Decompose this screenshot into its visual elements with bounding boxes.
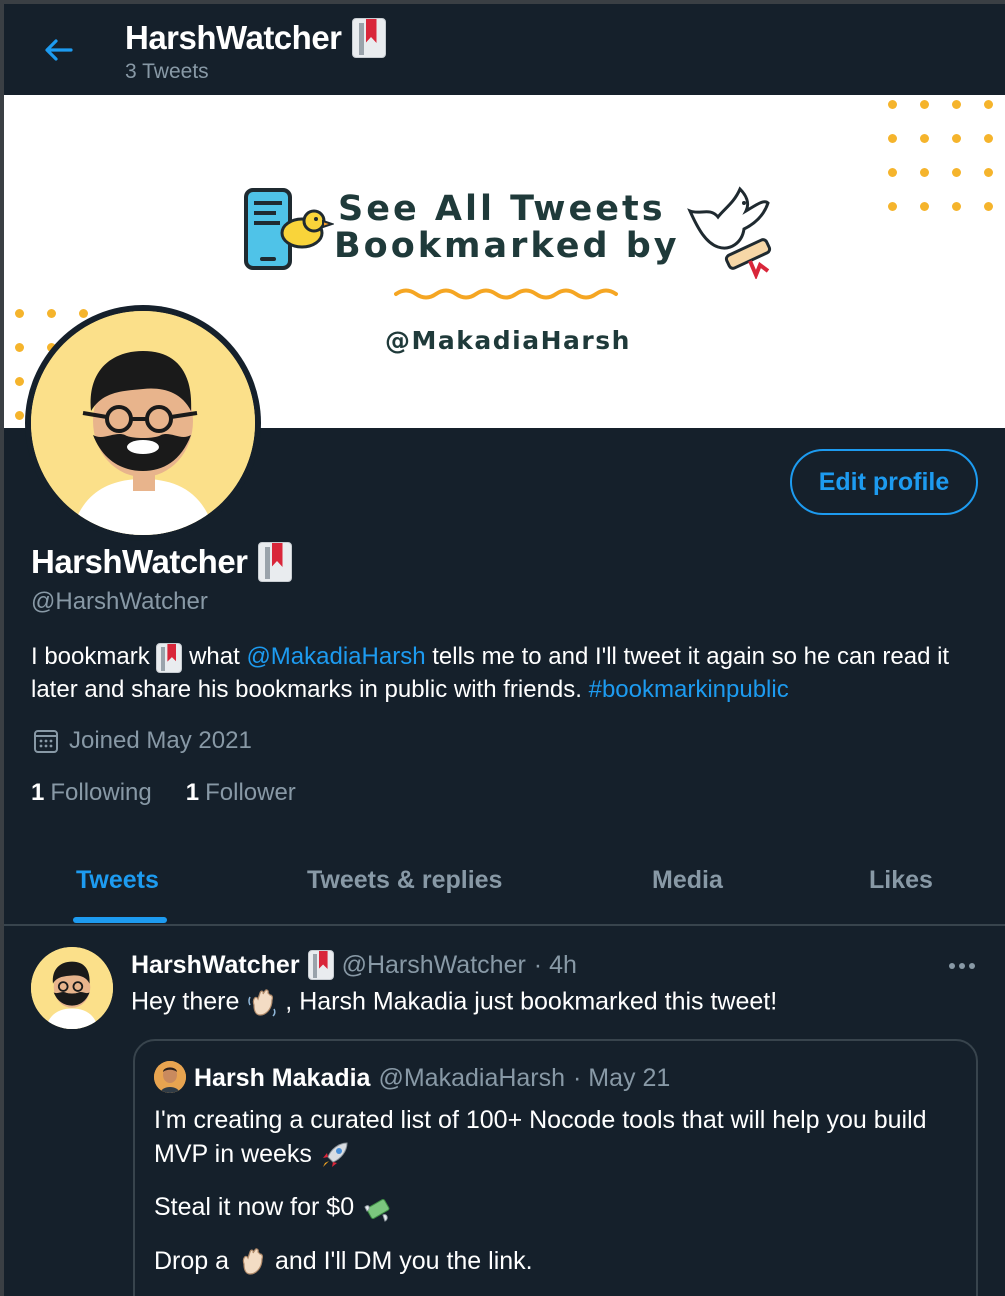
tab-tweets[interactable]: Tweets [76,866,159,895]
bio-text-1: I bookmark [31,643,150,670]
active-tab-indicator [73,917,167,923]
edit-profile-button[interactable]: Edit profile [790,449,978,515]
tab-likes[interactable]: Likes [869,866,933,895]
more-options-icon[interactable] [946,952,978,980]
tweet-author-handle[interactable]: @HarshWatcher [342,951,526,980]
quote-avatar[interactable] [154,1061,186,1093]
tweet-header: HarshWatcher @HarshWatcher · 4h [131,950,577,980]
tweet-text-start: Hey there [131,987,240,1016]
quote-time: · May 21 [573,1064,671,1092]
followers-count: 1 [185,779,200,806]
quoted-tweet[interactable]: Harsh Makadia @MakadiaHarsh · May 21 I'm… [133,1039,978,1296]
waving-hand-icon [242,1248,263,1275]
quote-paragraph-3: Drop a and I'll DM you the link. [154,1244,954,1278]
profile-name: HarshWatcher [31,542,292,582]
header-name: HarshWatcher [125,19,342,56]
calendar-icon [34,730,58,753]
banner-handle: @MakadiaHarsh [385,326,631,355]
quote-text-1: I'm creating a curated list of 100+ Noco… [154,1106,927,1168]
bookmark-icon [351,18,386,58]
bookmark-icon [257,542,292,582]
quote-text-3b: and I'll DM you the link. [274,1246,533,1275]
tweet-text: Hey there , Harsh Makadia just bookmarke… [131,987,777,1019]
waving-hand-icon [248,989,276,1017]
joined-date: Joined May 2021 [33,727,252,755]
bookmark-icon [156,642,183,673]
profile-handle: @HarshWatcher [31,588,208,615]
followers-label: Follower [205,779,296,806]
tab-media[interactable]: Media [652,866,723,895]
tab-tweets-replies[interactable]: Tweets & replies [307,866,502,895]
quote-author-handle: @MakadiaHarsh [378,1064,566,1092]
quote-text-2: Steal it now for $0 [154,1193,355,1222]
quote-body: I'm creating a curated list of 100+ Noco… [154,1103,954,1296]
banner-wave-decoration [394,288,618,300]
profile-header: HarshWatcher 3 Tweets [4,4,1005,95]
tweet-text-end: , Harsh Makadia just bookmarked this twe… [285,987,778,1016]
arrow-left-icon [45,39,73,61]
phone-bird-illustration [244,188,334,270]
follow-stats: 1 Following 1 Follower [31,779,296,807]
tweet-avatar[interactable] [31,947,113,1029]
tweet-count: 3 Tweets [125,60,209,83]
back-button[interactable] [40,32,76,68]
money-with-wings-icon [364,1198,390,1222]
bookmark-icon [307,950,334,980]
joined-text: Joined May 2021 [69,727,252,754]
following-count: 1 [31,779,45,806]
profile-bio: I bookmark what @MakadiaHarsh tells me t… [31,640,981,706]
rocket-icon [322,1142,348,1168]
profile-name-text: HarshWatcher [31,543,248,580]
bio-hashtag-link[interactable]: #bookmarkinpublic [589,676,789,703]
avatar-illustration [31,311,255,535]
page-title: HarshWatcher [125,18,386,58]
banner-headline-line2: Bookmarked by [334,226,680,266]
followers-link[interactable]: 1 Follower [186,779,296,807]
quote-paragraph-2: Steal it now for $0 [154,1190,954,1224]
profile-avatar[interactable] [25,305,261,541]
tweet-time[interactable]: · 4h [534,951,577,980]
dove-scroll-illustration [687,186,772,279]
bio-text-2: what [189,643,240,670]
quote-text-3a: Drop a [154,1246,230,1275]
avatar-photo [154,1061,186,1093]
quote-author-name: Harsh Makadia [194,1064,371,1092]
profile-tabs: Tweets Tweets & replies Media Likes [4,838,1005,926]
quote-paragraph-1: I'm creating a curated list of 100+ Noco… [154,1103,954,1171]
bio-mention-link[interactable]: @MakadiaHarsh [246,643,425,670]
tweet-author-name[interactable]: HarshWatcher [131,951,300,980]
following-link[interactable]: 1 Following [31,779,152,807]
following-label: Following [50,779,152,806]
avatar-illustration [31,947,113,1029]
banner-headline-line1: See All Tweets [338,189,666,229]
quote-header: Harsh Makadia @MakadiaHarsh · May 21 [194,1064,670,1093]
